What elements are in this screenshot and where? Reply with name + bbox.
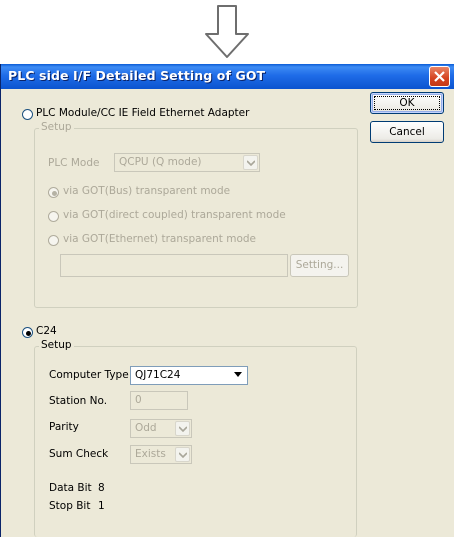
data-bit-label: Data Bit xyxy=(49,482,92,494)
cancel-button[interactable]: Cancel xyxy=(370,121,444,143)
bus-mode-label: via GOT(Bus) transparent mode xyxy=(63,185,231,197)
data-bit-value: 8 xyxy=(98,482,105,494)
radio-dot xyxy=(52,191,57,196)
close-icon xyxy=(434,71,445,82)
plc-mode-value: QCPU (Q mode) xyxy=(119,156,202,168)
dialog-title: PLC side I/F Detailed Setting of GOT xyxy=(8,68,266,83)
radio-dot xyxy=(26,331,31,336)
computer-type-value: QJ71C24 xyxy=(135,369,181,381)
setting-button[interactable]: Setting... xyxy=(290,254,349,277)
plc-mode-dropdown-button[interactable] xyxy=(243,155,258,170)
computer-type-select[interactable]: QJ71C24 xyxy=(130,366,248,385)
direct-mode-label: via GOT(direct coupled) transparent mode xyxy=(63,209,286,221)
station-no-input[interactable]: 0 xyxy=(130,391,188,410)
sum-check-value: Exists xyxy=(135,448,166,460)
computer-type-label: Computer Type xyxy=(49,369,129,381)
ethernet-mode-label: via GOT(Ethernet) transparent mode xyxy=(63,233,257,245)
ok-button-label: OK xyxy=(399,97,415,109)
cancel-button-label: Cancel xyxy=(389,126,425,138)
setting-button-label: Setting... xyxy=(295,259,344,271)
bus-mode-radio[interactable] xyxy=(48,187,59,198)
ok-button[interactable]: OK xyxy=(370,92,444,114)
plc-setup-label: Setup xyxy=(39,121,74,133)
computer-type-dropdown-button[interactable] xyxy=(231,368,246,383)
sum-check-dropdown-button[interactable] xyxy=(175,447,190,462)
parity-dropdown-button[interactable] xyxy=(175,421,190,436)
ethernet-mode-radio[interactable] xyxy=(48,235,59,246)
sum-check-label: Sum Check xyxy=(49,448,109,460)
station-no-value: 0 xyxy=(135,394,142,406)
c24-radio[interactable] xyxy=(22,327,33,338)
plc-mode-select[interactable]: QCPU (Q mode) xyxy=(114,153,260,172)
dialog-window: PLC side I/F Detailed Setting of GOT OK … xyxy=(0,64,454,537)
plc-module-label: PLC Module/CC IE Field Ethernet Adapter xyxy=(36,107,250,119)
title-bar: PLC side I/F Detailed Setting of GOT xyxy=(1,64,454,89)
parity-label: Parity xyxy=(49,421,79,433)
plc-mode-label: PLC Mode xyxy=(48,157,100,169)
direct-mode-radio[interactable] xyxy=(48,211,59,222)
stop-bit-value: 1 xyxy=(98,500,105,512)
chevron-down-icon xyxy=(179,426,187,432)
c24-label: C24 xyxy=(36,325,57,337)
ethernet-setting-field[interactable] xyxy=(60,254,288,277)
chevron-down-icon xyxy=(247,160,255,166)
plc-module-radio[interactable] xyxy=(22,109,33,120)
chevron-down-icon xyxy=(179,452,187,458)
sum-check-select[interactable]: Exists xyxy=(130,445,192,464)
parity-value: Odd xyxy=(135,422,157,434)
parity-select[interactable]: Odd xyxy=(130,419,192,438)
station-no-label: Station No. xyxy=(49,395,108,407)
close-button[interactable] xyxy=(429,66,450,87)
stop-bit-label: Stop Bit xyxy=(49,500,91,512)
c24-setup-label: Setup xyxy=(39,339,74,351)
chevron-down-icon xyxy=(234,372,242,377)
dialog-content: OK Cancel PLC Module/CC IE Field Etherne… xyxy=(1,89,454,537)
down-arrow-icon xyxy=(205,5,249,58)
